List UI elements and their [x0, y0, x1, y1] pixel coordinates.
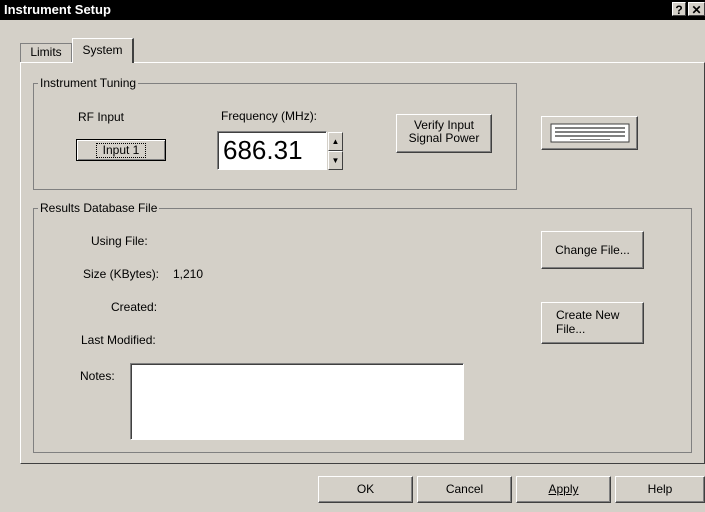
notes-textarea[interactable]	[130, 363, 464, 440]
instrument-tuning-legend: Instrument Tuning	[38, 76, 139, 90]
frequency-decrement-arrow[interactable]: ▼	[328, 151, 343, 170]
last-modified-label: Last Modified:	[81, 333, 156, 347]
frequency-input[interactable]: 686.31	[217, 131, 327, 170]
tab-limits-label: Limits	[30, 45, 62, 59]
instrument-setup-dialog: Instrument Setup ? ✕ Limits System Instr…	[0, 0, 705, 512]
frequency-label: Frequency (MHz):	[221, 109, 318, 123]
size-kbytes-label: Size (KBytes):	[83, 267, 160, 281]
ok-button-label: OK	[356, 482, 375, 496]
size-kbytes-value: 1,210	[173, 267, 204, 281]
using-file-label: Using File:	[91, 234, 148, 248]
keyboard-button[interactable]	[541, 116, 638, 150]
create-new-file-button[interactable]: Create New File...	[541, 302, 644, 344]
results-database-file-legend: Results Database File	[38, 201, 160, 215]
frequency-value: 686.31	[223, 135, 303, 165]
help-icon[interactable]: ?	[672, 2, 686, 17]
change-file-button[interactable]: Change File...	[541, 231, 644, 269]
system-tab-panel: Instrument Tuning RF Input Input 1 Frequ…	[20, 62, 705, 464]
verify-input-signal-power-button[interactable]: Verify Input Signal Power	[396, 114, 492, 153]
verify-button-line2: Signal Power	[408, 131, 480, 145]
help-button[interactable]: Help	[615, 476, 705, 503]
ok-button[interactable]: OK	[318, 476, 413, 503]
change-file-button-label: Change File...	[555, 243, 630, 257]
tab-limits[interactable]: Limits	[20, 43, 72, 62]
input-1-button[interactable]: Input 1	[76, 139, 166, 161]
close-icon[interactable]: ✕	[688, 2, 705, 17]
apply-button-label: Apply	[548, 482, 579, 496]
tab-system[interactable]: System	[72, 38, 134, 63]
apply-button[interactable]: Apply	[516, 476, 611, 503]
title-bar: Instrument Setup ? ✕	[0, 0, 705, 20]
help-button-label: Help	[647, 482, 673, 496]
create-new-file-line1: Create New	[556, 308, 620, 322]
cancel-button[interactable]: Cancel	[417, 476, 512, 503]
created-label: Created:	[111, 300, 158, 314]
rf-input-label: RF Input	[78, 110, 125, 124]
create-new-file-line2: File...	[556, 322, 586, 336]
input-1-button-label: Input 1	[95, 143, 147, 158]
keyboard-icon	[550, 123, 629, 143]
frequency-increment-arrow[interactable]: ▲	[328, 132, 343, 151]
window-title: Instrument Setup	[4, 2, 111, 17]
results-database-file-group: Results Database File Using File: Size (…	[33, 201, 692, 453]
cancel-button-label: Cancel	[445, 482, 484, 496]
notes-label: Notes:	[80, 369, 115, 383]
tab-system-label: System	[82, 43, 123, 57]
instrument-tuning-group: Instrument Tuning RF Input Input 1 Frequ…	[33, 76, 517, 190]
